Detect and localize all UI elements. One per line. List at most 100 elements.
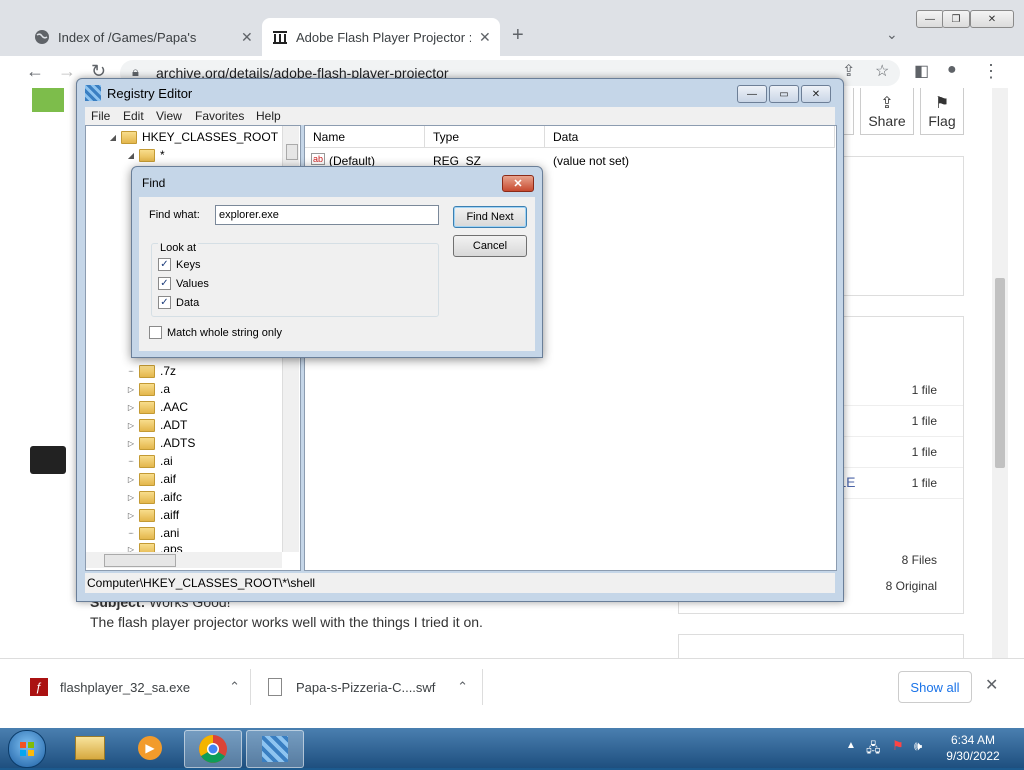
- chat-bubble-icon[interactable]: [30, 446, 66, 474]
- check-icon: ✓: [158, 258, 171, 271]
- expanded-arrow-icon[interactable]: ◢: [126, 151, 136, 160]
- tree-node[interactable]: ▷ .aif: [126, 470, 176, 488]
- scrollbar-thumb[interactable]: [995, 278, 1005, 468]
- close-button[interactable]: ✕: [502, 175, 534, 192]
- regedit-taskbar-button[interactable]: [246, 730, 304, 768]
- dialog-body: Find what: explorer.exe Find Next Cancel…: [139, 197, 535, 351]
- values-checkbox[interactable]: ✓ Values: [158, 277, 209, 290]
- data-checkbox[interactable]: ✓ Data: [158, 296, 199, 309]
- collapsed-arrow-icon[interactable]: ▷: [126, 475, 136, 484]
- review-body: The flash player projector works well wi…: [90, 614, 483, 630]
- scrollbar-thumb[interactable]: [286, 144, 298, 160]
- tree-horizontal-scrollbar[interactable]: [86, 552, 282, 568]
- side-panel-icon[interactable]: ◧: [914, 61, 929, 81]
- bookmark-star-icon[interactable]: ☆: [875, 61, 889, 81]
- tree-node[interactable]: ▷ .aifc: [126, 488, 182, 506]
- find-what-input[interactable]: explorer.exe: [215, 205, 439, 225]
- close-tab-icon[interactable]: ✕: [241, 29, 253, 46]
- menu-favorites[interactable]: Favorites: [195, 109, 244, 123]
- menu-view[interactable]: View: [156, 109, 182, 123]
- network-icon[interactable]: 🖧︎: [866, 739, 881, 761]
- tree-node[interactable]: ▷ .ADT: [126, 416, 187, 434]
- share-button[interactable]: ⇪ Share: [860, 88, 914, 135]
- flash-file-icon: ƒ: [30, 678, 48, 696]
- flag-button[interactable]: ⚑ Flag: [920, 88, 964, 135]
- folder-icon: [139, 418, 155, 432]
- column-header-type[interactable]: Type: [425, 126, 545, 148]
- menu-bar: File Edit View Favorites Help: [85, 107, 835, 125]
- find-dialog: Find ✕ Find what: explorer.exe Find Next…: [131, 166, 543, 358]
- tree-node[interactable]: ▷ .AAC: [126, 398, 188, 416]
- tree-node[interactable]: ┈ .ai: [126, 452, 173, 470]
- tree-node[interactable]: ▷ .ADTS: [126, 434, 195, 452]
- folder-icon: [139, 400, 155, 414]
- collapsed-arrow-icon[interactable]: ▷: [126, 439, 136, 448]
- collapsed-arrow-icon[interactable]: ▷: [126, 511, 136, 520]
- explorer-taskbar-button[interactable]: [62, 730, 118, 766]
- save-icon[interactable]: [32, 88, 64, 112]
- menu-help[interactable]: Help: [256, 109, 281, 123]
- share-page-icon[interactable]: ⇪: [842, 61, 855, 81]
- restore-button[interactable]: ❐: [942, 10, 970, 28]
- profile-avatar-icon[interactable]: ●: [947, 61, 957, 79]
- cancel-button[interactable]: Cancel: [453, 235, 527, 257]
- back-icon[interactable]: ←: [26, 61, 44, 82]
- close-tab-icon[interactable]: ✕: [479, 29, 491, 46]
- tree-node[interactable]: ◢ *: [126, 146, 165, 164]
- forward-icon[interactable]: →: [58, 61, 76, 82]
- file-icon: [268, 678, 282, 696]
- chevron-up-icon[interactable]: ⌃: [457, 679, 468, 695]
- new-tab-icon[interactable]: +: [512, 24, 524, 47]
- tab-flash-projector[interactable]: Adobe Flash Player Projector : Ad ✕: [262, 18, 500, 56]
- collapsed-arrow-icon[interactable]: ▷: [126, 403, 136, 412]
- match-whole-string-checkbox[interactable]: Match whole string only: [149, 326, 282, 339]
- minimize-button[interactable]: —: [916, 10, 944, 28]
- tree-node[interactable]: ◢ HKEY_CLASSES_ROOT: [108, 128, 278, 146]
- close-window-button[interactable]: ✕: [801, 85, 831, 103]
- folder-icon: [139, 472, 155, 486]
- chevron-down-icon[interactable]: ⌄: [886, 26, 898, 43]
- folder-icon: [139, 148, 155, 162]
- column-header-data[interactable]: Data: [545, 126, 835, 148]
- collapsed-arrow-icon[interactable]: ▷: [126, 421, 136, 430]
- folder-icon: [139, 490, 155, 504]
- media-player-taskbar-button[interactable]: ▶: [122, 730, 178, 766]
- close-icon[interactable]: ✕: [985, 675, 998, 695]
- scrollbar-thumb[interactable]: [104, 554, 176, 567]
- column-header-name[interactable]: Name: [305, 126, 425, 148]
- action-center-icon[interactable]: ⚑: [892, 738, 904, 754]
- page-scrollbar[interactable]: [992, 88, 1008, 658]
- menu-edit[interactable]: Edit: [123, 109, 144, 123]
- menu-file[interactable]: File: [91, 109, 110, 123]
- tray-expand-icon[interactable]: ▲: [846, 740, 856, 751]
- collapsed-arrow-icon[interactable]: ▷: [126, 385, 136, 394]
- tree-node[interactable]: ▷ .aiff: [126, 506, 179, 524]
- chevron-up-icon[interactable]: ⌃: [229, 679, 240, 695]
- minimize-button[interactable]: —: [737, 85, 767, 103]
- system-clock[interactable]: 6:34 AM 9/30/2022: [928, 732, 1018, 764]
- tree-node[interactable]: ▷ .a: [126, 380, 170, 398]
- download-item-swf[interactable]: Papa-s-Pizzeria-C....swf ⌃: [268, 659, 468, 715]
- check-icon: ✓: [158, 277, 171, 290]
- expanded-arrow-icon[interactable]: ◢: [108, 133, 118, 142]
- find-what-label: Find what:: [149, 209, 200, 221]
- show-all-button[interactable]: Show all: [898, 671, 972, 703]
- collapsed-arrow-icon[interactable]: ▷: [126, 493, 136, 502]
- close-window-button[interactable]: ✕: [970, 10, 1014, 28]
- chrome-taskbar-button[interactable]: [184, 730, 242, 768]
- tree-node[interactable]: ┈ .7z: [126, 362, 176, 380]
- divider: [482, 669, 483, 705]
- maximize-button[interactable]: ▭: [769, 85, 799, 103]
- menu-dots-icon[interactable]: ⋮: [982, 61, 1000, 82]
- start-button[interactable]: [8, 730, 46, 768]
- keys-checkbox[interactable]: ✓ Keys: [158, 258, 200, 271]
- tab-title: Adobe Flash Player Projector : Ad: [296, 29, 471, 45]
- status-path: Computer\HKEY_CLASSES_ROOT\*\shell: [87, 576, 316, 590]
- folder-icon: [139, 364, 155, 378]
- share-icon: ⇪: [880, 95, 894, 112]
- tab-index-games[interactable]: Index of /Games/Papa's ✕: [24, 18, 260, 56]
- window-title-bar: Registry Editor: [85, 85, 192, 101]
- volume-icon[interactable]: 🕪︎: [914, 738, 922, 754]
- find-next-button[interactable]: Find Next: [453, 206, 527, 228]
- download-item-flashplayer[interactable]: ƒ flashplayer_32_sa.exe ⌃: [30, 659, 240, 715]
